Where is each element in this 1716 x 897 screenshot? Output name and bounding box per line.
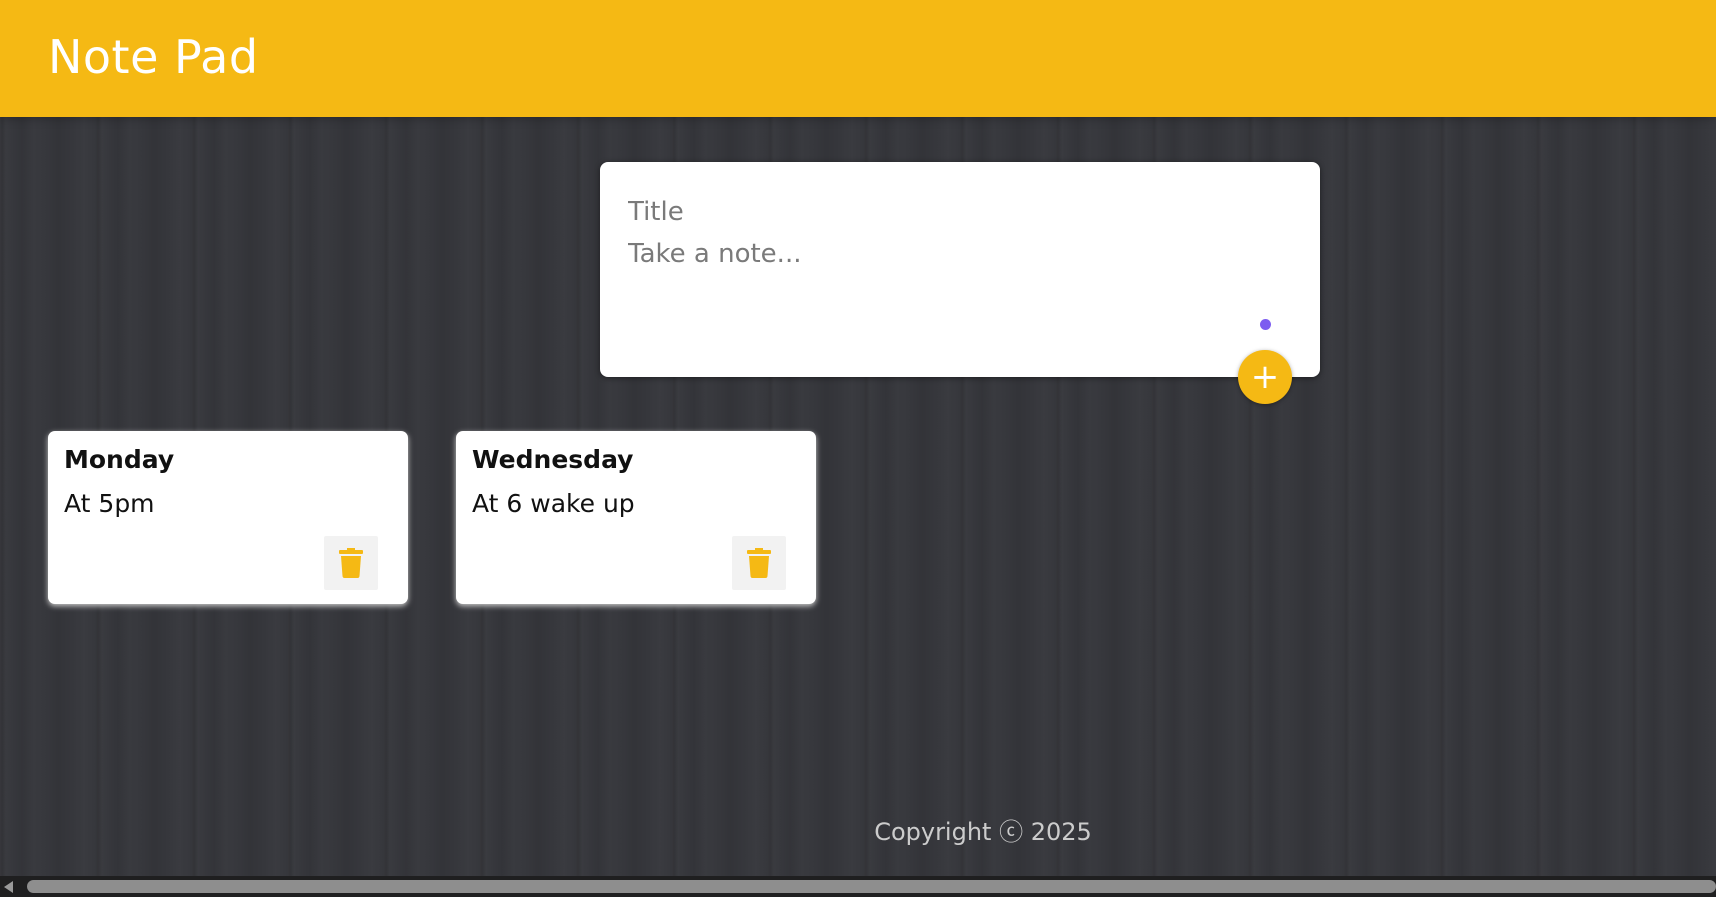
delete-note-button[interactable] <box>732 536 786 590</box>
trash-icon <box>747 548 771 578</box>
cursor-dot <box>1260 319 1271 330</box>
scroll-left-arrow-icon[interactable] <box>4 881 13 893</box>
copyright-text: Copyright ⓒ 2025 <box>874 818 1092 846</box>
app-header: Note Pad <box>0 0 1716 117</box>
note-content: At 5pm <box>64 489 155 518</box>
note-card: Wednesday At 6 wake up <box>456 431 816 604</box>
note-title: Wednesday <box>472 445 634 474</box>
horizontal-scrollbar[interactable] <box>0 876 1716 897</box>
note-content: At 6 wake up <box>472 489 635 518</box>
delete-note-button[interactable] <box>324 536 378 590</box>
title-input[interactable] <box>628 192 1288 232</box>
note-input[interactable] <box>628 239 1288 279</box>
note-composer <box>600 162 1320 377</box>
plus-icon: + <box>1250 357 1280 397</box>
add-note-button[interactable]: + <box>1238 350 1292 404</box>
scrollbar-thumb[interactable] <box>27 880 1716 893</box>
note-card: Monday At 5pm <box>48 431 408 604</box>
trash-icon <box>339 548 363 578</box>
app-title: Note Pad <box>48 30 259 84</box>
note-title: Monday <box>64 445 175 474</box>
